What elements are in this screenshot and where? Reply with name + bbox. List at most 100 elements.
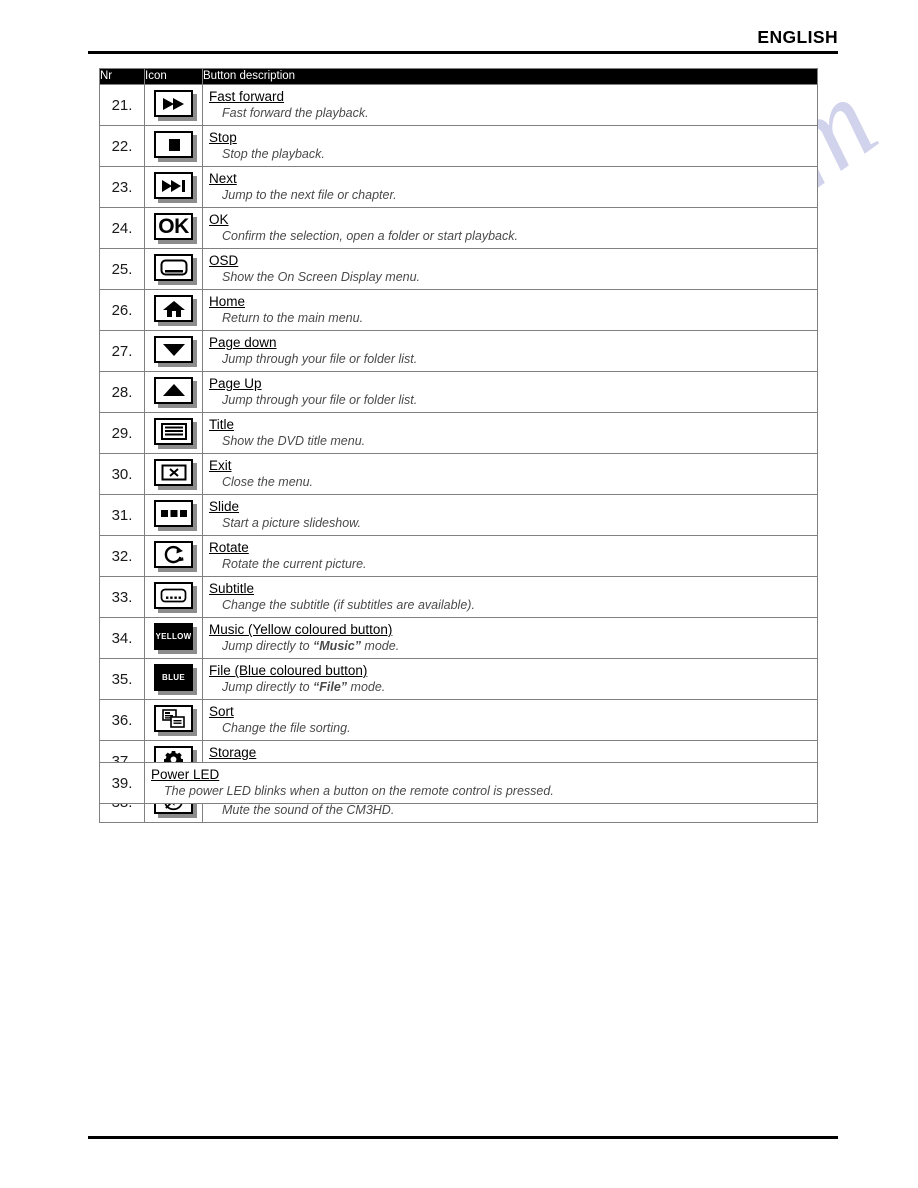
icon-face xyxy=(154,459,193,486)
row-description-cell: Next Jump to the next file or chapter. xyxy=(202,166,818,208)
row-title: OSD xyxy=(209,253,239,268)
row-subtext: Show the On Screen Display menu. xyxy=(222,270,421,284)
row-description-cell: Rotate Rotate the current picture. xyxy=(202,535,818,577)
ok-icon: OK xyxy=(154,213,197,244)
slide-icon xyxy=(154,500,197,531)
icon-face xyxy=(154,90,193,117)
row-icon-cell xyxy=(144,248,203,290)
row-icon-cell xyxy=(144,412,203,454)
row-icon-cell xyxy=(144,453,203,495)
row-number: 32. xyxy=(99,535,145,577)
page-header-language: ENGLISH xyxy=(757,27,838,47)
column-header-icon: Icon xyxy=(144,68,203,85)
row-number: 31. xyxy=(99,494,145,536)
manual-page: manualshive.com ENGLISH Nr Icon Button d… xyxy=(0,0,918,1188)
table-row: 28. Page Up Jump through your file or fold… xyxy=(99,371,818,413)
icon-face xyxy=(154,336,193,363)
row-number: 24. xyxy=(99,207,145,249)
row-description-cell: OK Confirm the selection, open a folder o… xyxy=(202,207,818,249)
row-subtext: Rotate the current picture. xyxy=(222,557,367,571)
row-title: Music (Yellow coloured button) xyxy=(209,622,393,637)
row-description-cell: Title Show the DVD title menu. xyxy=(202,412,818,454)
row-description-cell: Exit Close the menu. xyxy=(202,453,818,495)
row-subtext: Change the subtitle (if subtitles are av… xyxy=(222,598,475,612)
row-title: Power LED xyxy=(151,767,220,782)
icon-label: BLUE xyxy=(162,673,185,682)
row-description-cell: Music (Yellow coloured button) Jump direc… xyxy=(202,617,818,659)
row-title: Stop xyxy=(209,130,237,145)
next-icon xyxy=(154,172,197,203)
stop-icon xyxy=(154,131,197,162)
row-subtext: Start a picture slideshow. xyxy=(222,516,361,530)
row-description-cell: Page down Jump through your file or folde… xyxy=(202,330,818,372)
home-icon xyxy=(154,295,197,326)
row-number: 28. xyxy=(99,371,145,413)
row-number: 35. xyxy=(99,658,145,700)
row-subtext: Show the DVD title menu. xyxy=(222,434,366,448)
rotate-icon xyxy=(154,541,197,572)
row-title: Fast forward xyxy=(209,89,285,104)
table-row: 32. Rotate Rotate the current picture. xyxy=(99,535,818,577)
row-number: 27. xyxy=(99,330,145,372)
row-subtext: Jump through your file or folder list. xyxy=(222,352,418,366)
row-number: 25. xyxy=(99,248,145,290)
row-description-cell: OSD Show the On Screen Display menu. xyxy=(202,248,818,290)
column-header-nr: Nr xyxy=(99,68,145,85)
row-number: 36. xyxy=(99,699,145,741)
row-title: Next xyxy=(209,171,237,186)
table-row: 25. OSD Show the On Screen Display menu. xyxy=(99,248,818,290)
row-number: 34. xyxy=(99,617,145,659)
row-number: 23. xyxy=(99,166,145,208)
icon-face xyxy=(154,295,193,322)
icon-face: BLUE xyxy=(154,664,193,691)
row-description-cell: Stop Stop the playback. xyxy=(202,125,818,167)
row-subtext: Jump directly to “File” mode. xyxy=(222,680,386,694)
row-subtext: Confirm the selection, open a folder or … xyxy=(222,229,518,243)
table-row: 29. Title Show the DVD title menu. xyxy=(99,412,818,454)
power-led-table: 39. Power LED The power LED blinks when … xyxy=(99,762,818,804)
row-number: 30. xyxy=(99,453,145,495)
row-icon-cell xyxy=(144,699,203,741)
row-subtext: Stop the playback. xyxy=(222,147,325,161)
row-subtext: Mute the sound of the CM3HD. xyxy=(222,803,395,817)
icon-face xyxy=(154,418,193,445)
row-number: 26. xyxy=(99,289,145,331)
footer-rule xyxy=(88,1136,838,1139)
row-subtext-emphasis: “Music” xyxy=(313,639,361,653)
table-header-row: Nr Icon Button description xyxy=(99,68,818,85)
table-row: 27. Page down Jump through your file or fo… xyxy=(99,330,818,372)
row-number: 39. xyxy=(99,762,145,804)
row-number: 21. xyxy=(99,84,145,126)
row-description-cell: Page Up Jump through your file or folder … xyxy=(202,371,818,413)
table-row: 36. Sort Change the file sorting. xyxy=(99,699,818,741)
row-icon-cell xyxy=(144,576,203,618)
column-header-description: Button description xyxy=(202,68,818,85)
row-icon-cell: YELLOW xyxy=(144,617,203,659)
table-row: 34. YELLOW Music (Yellow coloured button) J… xyxy=(99,617,818,659)
table-row: 33. Subtitle Change the subtitle (if subti… xyxy=(99,576,818,618)
icon-label: YELLOW xyxy=(155,632,192,641)
table-row: 30. Exit Close the menu. xyxy=(99,453,818,495)
table-row: 26. Home Return to the main menu. xyxy=(99,289,818,331)
row-title: Exit xyxy=(209,458,232,473)
triangle-down-icon xyxy=(154,336,197,367)
row-description-cell: Sort Change the file sorting. xyxy=(202,699,818,741)
row-subtext: Return to the main menu. xyxy=(222,311,364,325)
yellow-button-icon: YELLOW xyxy=(154,623,197,654)
row-title: Home xyxy=(209,294,246,309)
row-icon-cell: BLUE xyxy=(144,658,203,700)
header-rule xyxy=(88,51,838,54)
table-row: 21. Fast forward Fast forward the playback… xyxy=(99,84,818,126)
row-icon-cell xyxy=(144,535,203,577)
icon-face xyxy=(154,254,193,281)
icon-face xyxy=(154,541,193,568)
row-number: 29. xyxy=(99,412,145,454)
row-title: Subtitle xyxy=(209,581,255,596)
row-title: File (Blue coloured button) xyxy=(209,663,368,678)
row-description-cell: Home Return to the main menu. xyxy=(202,289,818,331)
table-row: 39. Power LED The power LED blinks when … xyxy=(99,762,818,804)
row-description-cell: Slide Start a picture slideshow. xyxy=(202,494,818,536)
blue-button-icon: BLUE xyxy=(154,664,197,695)
row-subtext: Change the file sorting. xyxy=(222,721,351,735)
row-title: Rotate xyxy=(209,540,249,555)
